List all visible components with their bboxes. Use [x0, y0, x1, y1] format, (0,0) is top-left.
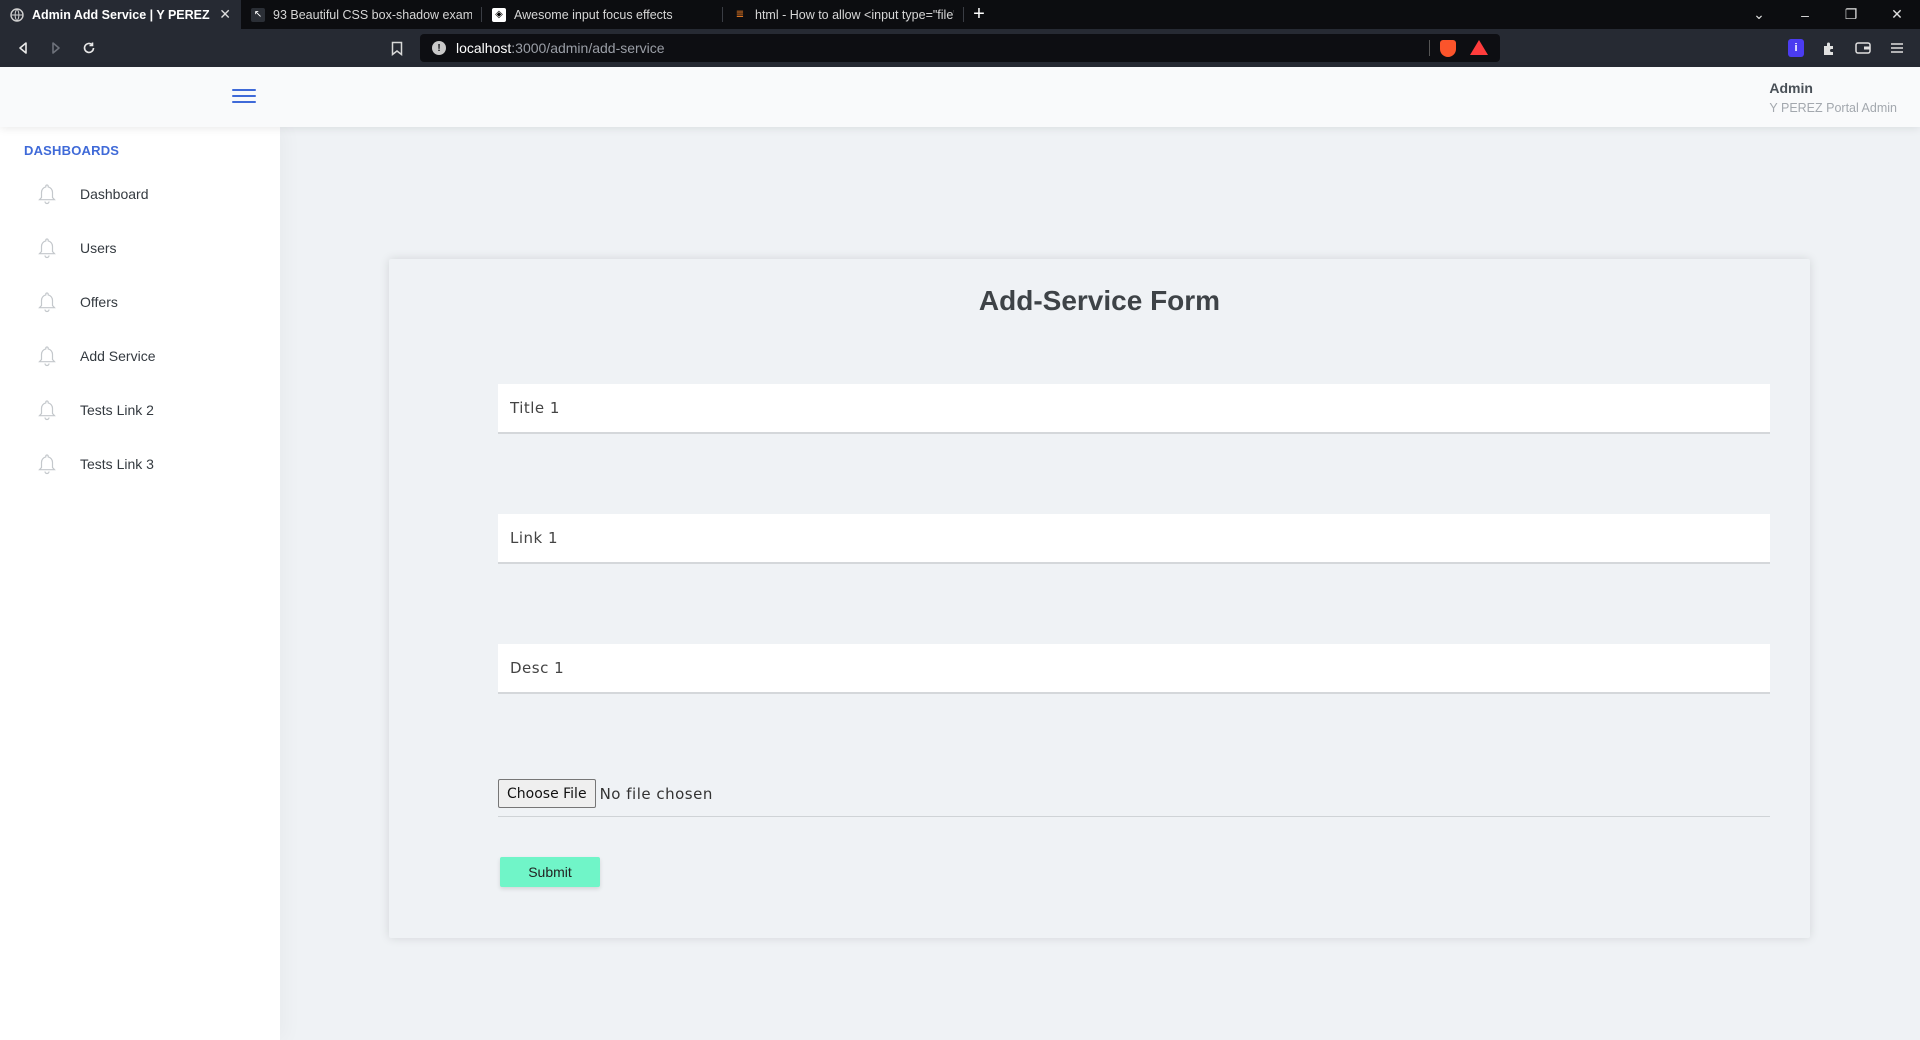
tab-title: html - How to allow <input type="file": [755, 7, 954, 22]
browser-toolbar: ! localhost:3000/admin/add-service i: [0, 29, 1920, 67]
sidebar-item-label: Tests Link 2: [80, 402, 154, 418]
wallet-icon[interactable]: [1853, 39, 1873, 57]
close-tab-icon[interactable]: ✕: [219, 6, 231, 23]
minimize-icon[interactable]: –: [1782, 7, 1828, 23]
hamburger-menu-icon[interactable]: [232, 87, 256, 105]
back-icon[interactable]: [13, 38, 33, 58]
choose-file-button[interactable]: Choose File: [498, 779, 596, 808]
sidebar-item-dashboard[interactable]: Dashboard: [0, 167, 280, 221]
bell-icon: [38, 291, 56, 313]
sidebar: DASHBOARDS Dashboard Users Offers Add Se…: [0, 127, 280, 1040]
tab-search-icon[interactable]: ⌄: [1736, 6, 1782, 23]
submit-button[interactable]: Submit: [500, 857, 600, 887]
browser-tab[interactable]: ↖ 93 Beautiful CSS box-shadow examples: [241, 0, 482, 29]
window-controls: ⌄ – ❐ ✕: [1736, 0, 1920, 29]
brave-shield-icon[interactable]: [1440, 40, 1456, 57]
file-status: No file chosen: [599, 784, 713, 803]
bell-icon: [38, 183, 56, 205]
site-info-icon[interactable]: !: [432, 41, 446, 55]
menu-icon[interactable]: [1887, 39, 1907, 57]
reload-icon[interactable]: [79, 38, 99, 58]
desc-input[interactable]: [498, 644, 1770, 694]
extension-icon[interactable]: i: [1788, 39, 1804, 57]
bell-icon: [38, 237, 56, 259]
bookmark-icon[interactable]: [388, 38, 406, 58]
title-input[interactable]: [498, 384, 1770, 434]
codepen-icon: ◈: [492, 7, 506, 22]
user-name: Admin: [1769, 80, 1813, 96]
sidebar-nav: Dashboard Users Offers Add Service Tests…: [0, 167, 280, 491]
browser-tab[interactable]: ◈ Awesome input focus effects: [482, 0, 723, 29]
app-header: Admin Y PEREZ Portal Admin: [0, 67, 1920, 127]
sidebar-item-users[interactable]: Users: [0, 221, 280, 275]
sidebar-item-tests-link-2[interactable]: Tests Link 2: [0, 383, 280, 437]
sidebar-item-label: Users: [80, 240, 117, 256]
sidebar-heading: DASHBOARDS: [24, 143, 120, 158]
sidebar-item-add-service[interactable]: Add Service: [0, 329, 280, 383]
stackoverflow-icon: ≣: [735, 9, 745, 20]
puzzle-icon[interactable]: [1819, 39, 1839, 57]
url-host: localhost: [456, 40, 512, 56]
tab-title: Awesome input focus effects: [514, 7, 673, 22]
sidebar-item-label: Add Service: [80, 348, 156, 364]
link-input[interactable]: [498, 514, 1770, 564]
file-input[interactable]: Choose File No file chosen: [498, 779, 1770, 817]
bell-icon: [38, 399, 56, 421]
browser-tab[interactable]: ≣ html - How to allow <input type="file": [723, 0, 964, 29]
new-tab-button[interactable]: +: [964, 0, 994, 29]
sidebar-item-label: Tests Link 3: [80, 456, 154, 472]
user-info[interactable]: Admin Y PEREZ Portal Admin: [1769, 80, 1897, 115]
bell-icon: [38, 345, 56, 367]
sidebar-item-label: Dashboard: [80, 186, 149, 202]
brave-rewards-icon[interactable]: [1470, 40, 1488, 55]
forward-icon[interactable]: [46, 38, 66, 58]
browser-tab-bar: Admin Add Service | Y PEREZ ✕ ↖ 93 Beaut…: [0, 0, 1920, 29]
tab-title: Admin Add Service | Y PEREZ: [32, 7, 210, 22]
form-title: Add-Service Form: [978, 285, 1221, 316]
browser-tab-active[interactable]: Admin Add Service | Y PEREZ ✕: [0, 0, 241, 29]
address-bar[interactable]: ! localhost:3000/admin/add-service: [420, 34, 1500, 62]
restore-icon[interactable]: ❐: [1828, 6, 1874, 23]
sidebar-item-tests-link-3[interactable]: Tests Link 3: [0, 437, 280, 491]
cursor-icon: ↖: [251, 7, 265, 22]
close-window-icon[interactable]: ✕: [1874, 6, 1920, 23]
globe-icon: [10, 7, 24, 22]
divider: [1429, 40, 1430, 56]
bell-icon: [38, 453, 56, 475]
url-path: :3000/admin/add-service: [511, 40, 665, 56]
user-role: Y PEREZ Portal Admin: [1769, 101, 1897, 115]
tab-title: 93 Beautiful CSS box-shadow examples: [273, 7, 472, 22]
sidebar-item-offers[interactable]: Offers: [0, 275, 280, 329]
add-service-form-card: Add-Service Form Choose File No file cho…: [389, 259, 1810, 938]
sidebar-item-label: Offers: [80, 294, 118, 310]
